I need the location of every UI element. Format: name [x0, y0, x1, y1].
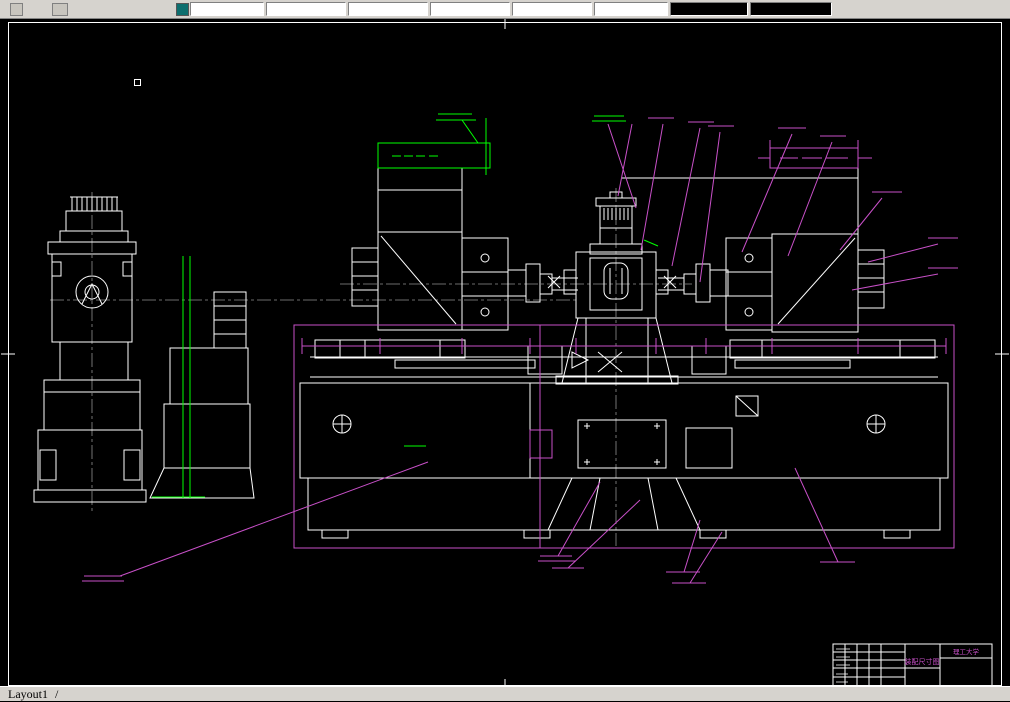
app-icon[interactable]: [10, 3, 23, 16]
toolbar-dropdown-dark[interactable]: [670, 2, 748, 16]
tool-button-icon[interactable]: [52, 3, 68, 16]
layout-tab[interactable]: Layout1: [8, 687, 48, 702]
left-view-geometry[interactable]: [33, 196, 255, 503]
layout-tab-bar: Layout1 /: [0, 686, 1010, 701]
drawing-canvas[interactable]: 装配尺寸图 理工大学: [0, 0, 1010, 701]
toolbar-dropdown[interactable]: [348, 2, 428, 16]
toolbar-dropdown[interactable]: [512, 2, 592, 16]
cad-application-window: 装配尺寸图 理工大学 Layout1 /: [0, 0, 1010, 701]
tab-separator: /: [55, 686, 59, 701]
selection-grip[interactable]: [134, 79, 141, 86]
toolbar-dropdown[interactable]: [266, 2, 346, 16]
toolbar-dropdown[interactable]: [190, 2, 264, 16]
toolbar-dropdown-dark[interactable]: [750, 2, 832, 16]
toolbar-dropdown[interactable]: [430, 2, 510, 16]
dimension-lines[interactable]: [82, 117, 958, 584]
title-block-organization: 理工大学: [953, 647, 980, 656]
color-swatch-icon[interactable]: [176, 3, 189, 16]
title-block-drawing-title: 装配尺寸图: [905, 657, 940, 666]
toolbar-dropdown[interactable]: [594, 2, 668, 16]
title-block: 装配尺寸图 理工大学: [832, 643, 993, 687]
main-view-geometry[interactable]: [299, 167, 949, 539]
top-toolbar: [0, 0, 1010, 19]
